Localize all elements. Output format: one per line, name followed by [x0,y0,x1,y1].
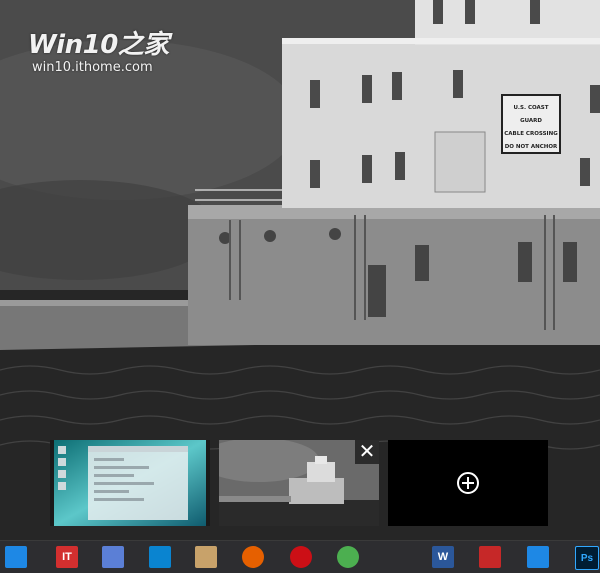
ithome-icon[interactable]: IT [56,546,78,568]
sign-line-3: DO NOT ANCHOR [504,144,558,150]
remote-app-icon[interactable] [149,546,171,568]
taskbar: IT W Ps [0,540,600,573]
sign-line-1: U.S. COAST GUARD [513,105,549,124]
task-view-icon[interactable] [5,546,27,568]
site-watermark: Win10之家 win10.ithome.com [28,30,169,76]
new-desktop-button[interactable] [388,440,548,526]
plus-circle-icon [457,472,479,494]
watermark-title: Win10之家 [28,30,169,60]
opera-icon[interactable] [290,546,312,568]
coast-guard-sign: U.S. COAST GUARD CABLE CROSSING DO NOT A… [503,102,559,154]
qq-icon[interactable] [385,546,407,568]
desktop-1-thumbnail[interactable] [50,440,210,526]
desktop-1-preview [54,440,206,526]
photoshop-icon[interactable]: Ps [575,546,599,570]
file-manager-icon[interactable] [102,546,124,568]
word-icon[interactable]: W [432,546,454,568]
bird-app-icon[interactable] [527,546,549,568]
firefox-icon[interactable] [242,546,264,568]
sign-line-2: CABLE CROSSING [504,131,558,137]
chrome-icon[interactable] [337,546,359,568]
paint-palette-icon[interactable] [195,546,217,568]
app-red-icon[interactable] [479,546,501,568]
task-view-strip: ✕ [0,440,600,540]
watermark-url: win10.ithome.com [32,60,153,75]
close-desktop-button[interactable]: ✕ [355,440,379,464]
